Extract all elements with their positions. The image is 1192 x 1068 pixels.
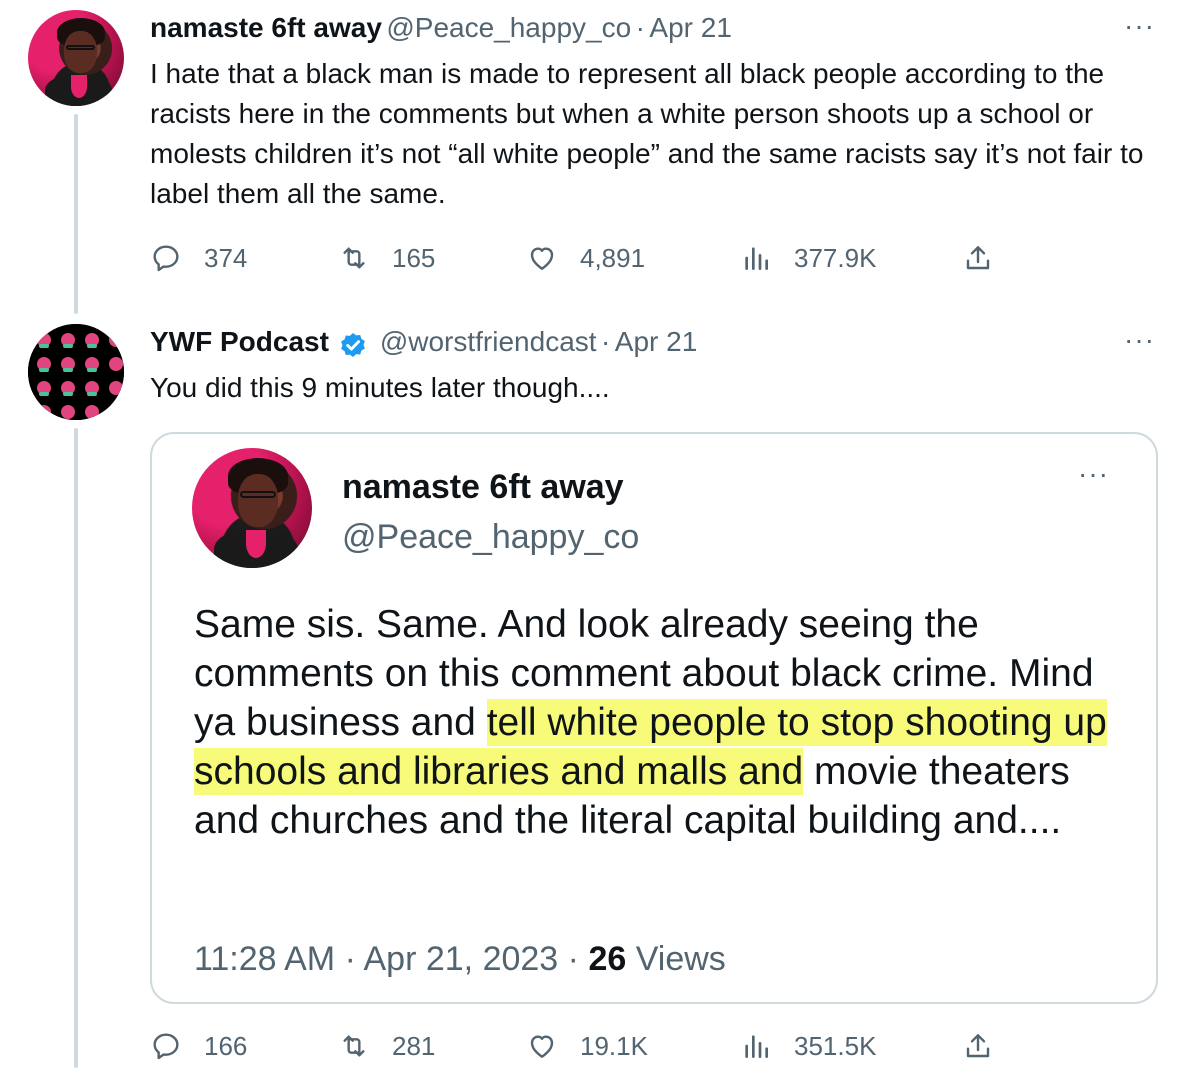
like-icon: [530, 1035, 554, 1058]
quoted-tweet-footer: 11:28 AM · Apr 21, 2023 · 26 Views: [194, 940, 726, 979]
like-count: 19.1K: [580, 1030, 648, 1061]
views-icon: [745, 247, 768, 270]
reply-count: 374: [204, 242, 248, 273]
thread-connector-line: [74, 114, 78, 314]
tweet-header: namaste 6ft away @Peace_happy_co · Apr 2…: [150, 12, 732, 44]
quoted-tweet-text: Same sis. Same. And look already seeing …: [194, 600, 1134, 845]
podcast-logo-pattern: [28, 324, 124, 420]
tweet-date[interactable]: Apr 21: [649, 12, 732, 43]
author-name[interactable]: namaste 6ft away: [150, 12, 382, 43]
avatar-shirt: [45, 75, 113, 106]
retweet-icon: [343, 247, 365, 269]
share-icon: [966, 246, 990, 270]
views-button[interactable]: 351.5K: [740, 1030, 876, 1062]
reply-icon: [153, 1033, 179, 1060]
quoted-author-handle[interactable]: @Peace_happy_co: [342, 518, 639, 557]
share-button[interactable]: [962, 1030, 1016, 1062]
avatar-shirt: [213, 529, 298, 568]
tweet-date[interactable]: Apr 21: [615, 326, 698, 357]
reply-button[interactable]: 374: [150, 242, 247, 274]
retweet-button[interactable]: 281: [338, 1030, 435, 1062]
retweet-icon: [343, 1035, 365, 1057]
reply-count: 166: [204, 1030, 248, 1061]
share-button[interactable]: [962, 242, 1016, 274]
like-icon: [530, 247, 554, 270]
avatar-face: [64, 31, 98, 74]
author-handle[interactable]: @Peace_happy_co: [386, 12, 631, 43]
avatar-face: [237, 474, 279, 528]
avatar[interactable]: [28, 324, 124, 420]
retweet-button[interactable]: 165: [338, 242, 435, 274]
views-count: 377.9K: [794, 242, 877, 273]
reply-button[interactable]: 166: [150, 1030, 247, 1062]
like-count: 4,891: [580, 242, 646, 273]
separator-dot: ·: [344, 940, 356, 978]
share-icon: [966, 1034, 990, 1058]
tweet-text: You did this 9 minutes later though....: [150, 372, 610, 403]
retweet-count: 281: [392, 1030, 436, 1061]
avatar[interactable]: [28, 10, 124, 106]
thread-connector-line-lower: [74, 428, 78, 1068]
separator-dot: ·: [567, 940, 579, 978]
avatar-glasses: [66, 44, 96, 51]
verified-badge-icon: [341, 332, 366, 357]
quoted-author-name[interactable]: namaste 6ft away: [342, 468, 624, 507]
author-handle[interactable]: @worstfriendcast: [380, 326, 597, 357]
separator-dot: ·: [601, 326, 611, 357]
views-button[interactable]: 377.9K: [740, 242, 876, 274]
quoted-time: 11:28 AM: [194, 940, 336, 978]
avatar[interactable]: [192, 448, 312, 568]
more-icon[interactable]: ···: [1124, 10, 1155, 42]
avatar-glasses: [240, 491, 276, 499]
quoted-date: Apr 21, 2023: [363, 940, 559, 978]
separator-dot: ·: [635, 12, 645, 43]
tweet-header: YWF Podcast @worstfriendcast · Apr 21: [150, 326, 697, 363]
more-icon[interactable]: ···: [1124, 324, 1155, 356]
quoted-tweet-card[interactable]: namaste 6ft away @Peace_happy_co ··· Sam…: [150, 432, 1158, 1004]
views-count: 351.5K: [794, 1030, 877, 1061]
author-name[interactable]: YWF Podcast: [150, 326, 329, 357]
tweet-text: I hate that a black man is made to repre…: [150, 58, 1144, 209]
like-button[interactable]: 19.1K: [526, 1030, 648, 1062]
quoted-views-count: 26: [588, 940, 627, 978]
reply-icon: [153, 245, 179, 272]
retweet-count: 165: [392, 242, 436, 273]
more-icon[interactable]: ···: [1078, 458, 1109, 490]
quoted-views-label: Views: [635, 940, 726, 978]
views-icon: [745, 1035, 768, 1058]
like-button[interactable]: 4,891: [526, 242, 645, 274]
